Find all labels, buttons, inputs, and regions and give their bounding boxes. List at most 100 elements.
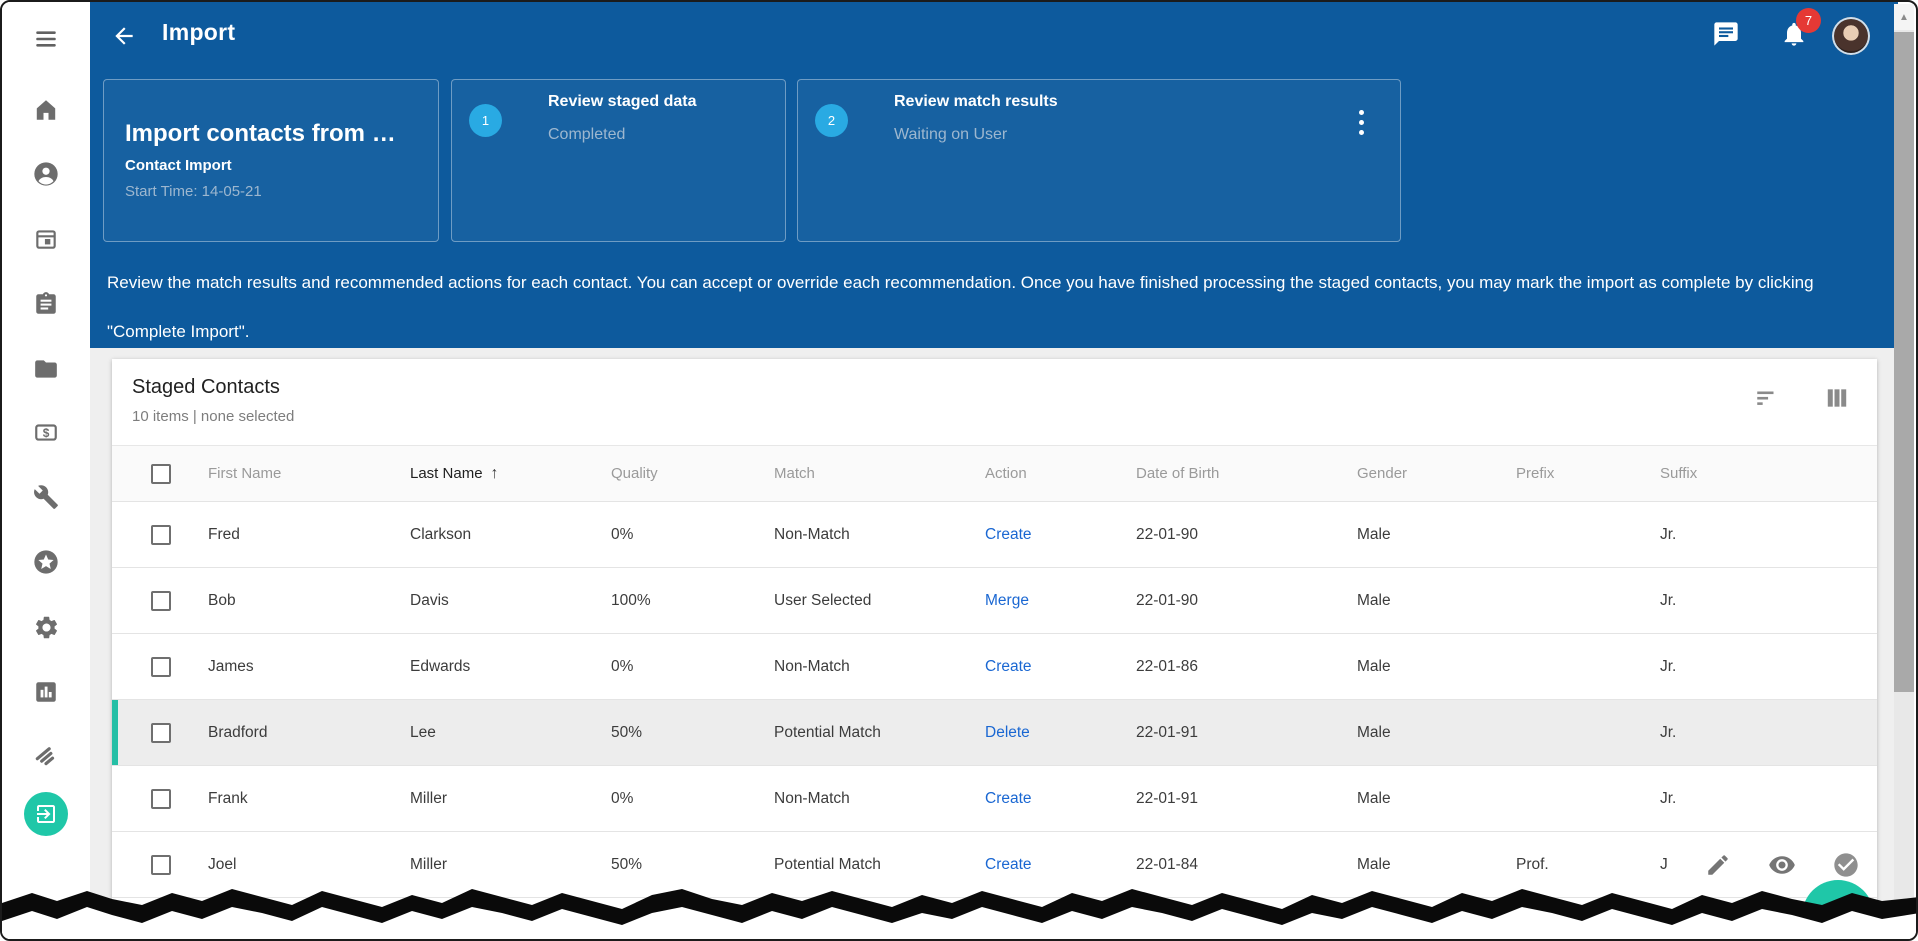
chat-icon[interactable] xyxy=(1710,18,1742,50)
cell-suffix: Jr. xyxy=(1660,789,1677,807)
app-window: $ Import 7 Import contacts from … Contac… xyxy=(0,0,1918,941)
row-checkbox[interactable] xyxy=(151,854,171,875)
cell-last-name: Edwards xyxy=(410,657,471,675)
cell-match: Non-Match xyxy=(774,789,850,807)
table-row[interactable]: Frank Miller 0% Non-Match Create 22-01-9… xyxy=(112,766,1877,832)
menu-icon[interactable] xyxy=(24,17,68,61)
cell-gender: Male xyxy=(1357,789,1391,807)
row-checkbox[interactable] xyxy=(151,788,171,809)
step2-card[interactable]: 2 Review match results Waiting on User xyxy=(797,79,1401,242)
cell-last-name: Miller xyxy=(410,789,448,807)
cell-first-name: Frank xyxy=(208,789,248,807)
cell-dob: 22-01-84 xyxy=(1136,855,1199,873)
import-job-title: Import contacts from … xyxy=(125,120,396,147)
contacts-icon[interactable] xyxy=(24,152,68,196)
table-row-selected[interactable]: Bradford Lee 50% Potential Match Delete … xyxy=(112,700,1877,766)
kebab-menu-icon[interactable] xyxy=(1348,102,1374,142)
cell-first-name: Joel xyxy=(208,855,237,873)
documents-folder-icon[interactable] xyxy=(24,347,68,391)
step2-number-badge: 2 xyxy=(815,104,848,137)
col-prefix[interactable]: Prefix xyxy=(1516,465,1660,482)
edit-pencil-icon[interactable] xyxy=(1704,851,1732,879)
table-row[interactable]: Bob Davis 100% User Selected Merge 22-01… xyxy=(112,568,1877,634)
col-action[interactable]: Action xyxy=(985,465,1136,482)
partners-handshake-icon[interactable] xyxy=(24,735,68,779)
cell-dob: 22-01-90 xyxy=(1136,591,1199,609)
cell-quality: 0% xyxy=(611,525,634,543)
import-job-subtitle: Contact Import xyxy=(125,157,232,174)
row-checkbox[interactable] xyxy=(151,656,171,677)
sort-icon[interactable] xyxy=(1750,381,1784,415)
cell-quality: 100% xyxy=(611,591,651,609)
cell-prefix: Prof. xyxy=(1516,855,1549,873)
table-row[interactable]: James Edwards 0% Non-Match Create 22-01-… xyxy=(112,634,1877,700)
scrollbar-thumb[interactable] xyxy=(1894,32,1914,692)
home-icon[interactable] xyxy=(24,88,68,132)
cell-suffix: Jr. xyxy=(1660,525,1677,543)
step1-card[interactable]: 1 Review staged data Completed xyxy=(451,79,786,242)
table-row-hovered[interactable]: Joel Miller 50% Potential Match Create 2… xyxy=(112,832,1877,898)
cell-quality: 50% xyxy=(611,855,643,873)
col-quality[interactable]: Quality xyxy=(611,465,774,482)
cell-dob: 22-01-91 xyxy=(1136,723,1199,741)
action-link[interactable]: Create xyxy=(985,790,1136,808)
cell-quality: 50% xyxy=(611,723,643,741)
import-active-icon[interactable] xyxy=(24,792,68,836)
table-body: Fred Clarkson 0% Non-Match Create 22-01-… xyxy=(112,502,1877,898)
col-dob[interactable]: Date of Birth xyxy=(1136,465,1357,482)
table-row[interactable]: Fred Clarkson 0% Non-Match Create 22-01-… xyxy=(112,502,1877,568)
step1-title: Review staged data xyxy=(548,93,697,110)
cell-match: Potential Match xyxy=(774,723,881,741)
columns-icon[interactable] xyxy=(1820,381,1854,415)
svg-text:$: $ xyxy=(43,426,50,440)
action-link[interactable]: Create xyxy=(985,856,1136,874)
selection-summary: 10 items | none selected xyxy=(132,408,295,425)
cell-dob: 22-01-90 xyxy=(1136,525,1199,543)
cell-last-name: Davis xyxy=(410,591,449,609)
favorites-icon[interactable] xyxy=(24,540,68,584)
settings-icon[interactable] xyxy=(24,605,68,649)
cell-match: User Selected xyxy=(774,591,872,609)
staged-contacts-card: Staged Contacts 10 items | none selected… xyxy=(112,359,1877,939)
step2-title: Review match results xyxy=(894,93,1058,110)
vertical-scrollbar[interactable]: ▲ xyxy=(1894,4,1914,939)
accept-check-icon[interactable] xyxy=(1832,851,1860,879)
import-job-card[interactable]: Import contacts from … Contact Import St… xyxy=(103,79,439,242)
tools-icon[interactable] xyxy=(24,475,68,519)
action-link[interactable]: Merge xyxy=(985,592,1136,610)
col-gender[interactable]: Gender xyxy=(1357,465,1516,482)
cell-quality: 0% xyxy=(611,789,634,807)
billing-icon[interactable]: $ xyxy=(24,410,68,454)
row-checkbox[interactable] xyxy=(151,590,171,611)
action-link[interactable]: Delete xyxy=(985,724,1136,742)
scroll-up-arrow-icon[interactable]: ▲ xyxy=(1894,4,1914,30)
row-checkbox[interactable] xyxy=(151,524,171,545)
cell-last-name: Clarkson xyxy=(410,525,472,543)
review-instructions: Review the match results and recommended… xyxy=(107,273,1814,341)
col-first-name[interactable]: First Name xyxy=(208,465,410,482)
col-suffix[interactable]: Suffix xyxy=(1660,465,1877,482)
step1-number-badge: 1 xyxy=(469,104,502,137)
view-eye-icon[interactable] xyxy=(1768,851,1796,879)
tasks-icon[interactable] xyxy=(24,282,68,326)
back-arrow-icon[interactable] xyxy=(108,20,140,52)
cell-dob: 22-01-86 xyxy=(1136,657,1199,675)
action-link[interactable]: Create xyxy=(985,526,1136,544)
reports-icon[interactable] xyxy=(24,670,68,714)
cell-first-name: Bradford xyxy=(208,723,268,741)
select-all-checkbox[interactable] xyxy=(151,463,171,484)
header: Import 7 Import contacts from … Contact … xyxy=(90,2,1898,348)
sidebar: $ xyxy=(2,2,90,939)
col-last-name[interactable]: Last Name ↑ xyxy=(410,465,611,483)
sort-asc-icon: ↑ xyxy=(490,464,499,482)
cell-suffix: Jr. xyxy=(1660,591,1677,609)
col-match[interactable]: Match xyxy=(774,465,985,482)
cell-gender: Male xyxy=(1357,591,1391,609)
page-title: Import xyxy=(162,19,236,45)
cell-suffix: J xyxy=(1660,855,1668,873)
row-checkbox[interactable] xyxy=(151,722,171,743)
action-link[interactable]: Create xyxy=(985,658,1136,676)
cell-suffix-with-actions: J xyxy=(1660,851,1877,879)
calendar-icon[interactable] xyxy=(24,217,68,261)
avatar[interactable] xyxy=(1832,17,1870,55)
